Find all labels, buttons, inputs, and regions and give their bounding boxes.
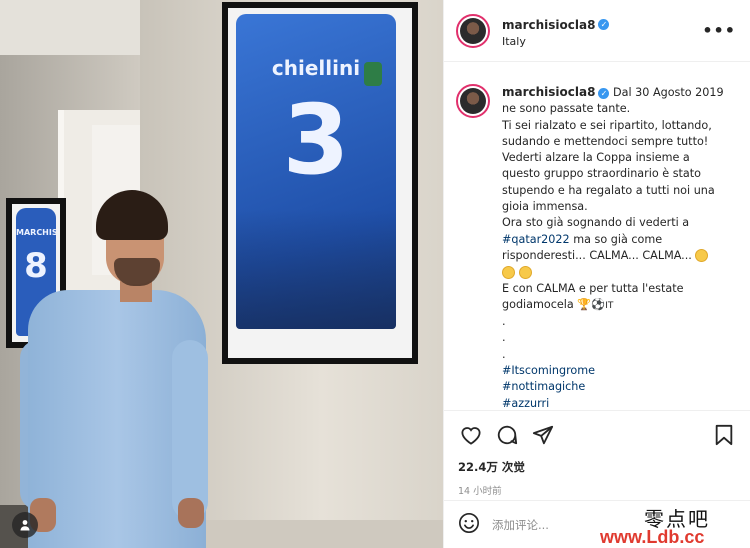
glass-reflection bbox=[236, 209, 396, 329]
caption-text: marchisiocla8 ✓ Dal 30 Agosto 2019 ne son… bbox=[502, 84, 736, 410]
actions-area: 22.4万 次觉 14 小时前 bbox=[444, 410, 750, 497]
heart-icon[interactable] bbox=[458, 422, 484, 448]
caption-area: marchisiocla8 ✓ Dal 30 Agosto 2019 ne son… bbox=[444, 62, 750, 410]
ceiling bbox=[0, 0, 140, 55]
location-link[interactable]: Italy bbox=[502, 35, 702, 48]
more-options-icon[interactable]: ••• bbox=[702, 21, 736, 40]
caption-line: gioia immensa. bbox=[502, 200, 588, 214]
caption-line: ne sono passate tante. bbox=[502, 102, 631, 116]
view-count[interactable]: 22.4万 次觉 bbox=[458, 459, 737, 475]
grinning-emoji-icon bbox=[695, 249, 709, 263]
caption-fragment: godiamocela bbox=[502, 297, 574, 311]
framed-jersey-big: chiellini 3 bbox=[222, 2, 418, 364]
person-hair bbox=[96, 190, 168, 240]
person bbox=[20, 190, 210, 548]
watermark-url: www.Ldb.cc bbox=[600, 527, 705, 547]
post-header: marchisiocla8 ✓ Italy ••• bbox=[444, 0, 750, 62]
action-icons bbox=[458, 421, 737, 449]
jersey-big: chiellini 3 bbox=[236, 14, 396, 329]
caption-username[interactable]: marchisiocla8 bbox=[502, 85, 595, 99]
caption-fragment: IT bbox=[605, 300, 614, 311]
hashtag-link[interactable]: #nottimagiche bbox=[502, 379, 736, 395]
tagged-user-icon[interactable] bbox=[12, 512, 38, 538]
emoji-icon[interactable] bbox=[458, 512, 480, 538]
trophy-emoji-icon: 🏆 bbox=[577, 297, 592, 311]
person-hand-right bbox=[178, 498, 204, 528]
caption-dot: . bbox=[502, 347, 506, 361]
post-photo: MARCHISIO 8 chiellini 3 bbox=[0, 0, 443, 548]
caption-dot: . bbox=[502, 315, 506, 329]
caption-fragment: risponderesti... CALMA... CALMA... bbox=[502, 248, 692, 262]
bookmark-icon[interactable] bbox=[711, 422, 737, 448]
hashtag-link[interactable]: #Itscomingrome bbox=[502, 363, 736, 379]
caption-line: E con CALMA e per tutta l'estate bbox=[502, 281, 684, 295]
caption-line: questo gruppo straordinario è stato bbox=[502, 167, 702, 181]
caption-avatar[interactable] bbox=[456, 84, 490, 118]
caption-line: stupendo e ha regalato a tutti noi una bbox=[502, 183, 715, 197]
verified-icon: ✓ bbox=[598, 87, 610, 99]
jersey-big-name: chiellini bbox=[271, 56, 361, 80]
caption-fragment: ma so già come bbox=[569, 232, 663, 246]
soccer-ball-emoji-icon: ⚽ bbox=[591, 297, 606, 311]
caption-line: Vederti alzare la Coppa insieme a bbox=[502, 151, 690, 165]
person-beard bbox=[114, 258, 160, 286]
avatar[interactable] bbox=[456, 13, 490, 48]
site-watermark: 零点吧 www.Ldb.cc bbox=[600, 500, 750, 548]
caption-line: sudando e mettendoci sempre tutto! bbox=[502, 134, 709, 148]
post-timestamp[interactable]: 14 小时前 bbox=[458, 483, 737, 497]
caption-line: Ora sto già sognando di vederti a bbox=[502, 216, 690, 230]
header-username[interactable]: marchisiocla8 bbox=[502, 18, 595, 32]
caption-line: Dal 30 Agosto 2019 bbox=[613, 86, 724, 99]
grinning-emoji-icon bbox=[502, 265, 515, 279]
caption-line: Ti sei rialzato e sei ripartito, lottand… bbox=[502, 118, 712, 132]
share-icon[interactable] bbox=[530, 422, 556, 448]
grinning-emoji-icon bbox=[518, 265, 532, 279]
hashtag-link[interactable]: #qatar2022 bbox=[502, 233, 570, 246]
person-arm-right bbox=[172, 340, 208, 520]
comment-icon[interactable] bbox=[494, 422, 520, 448]
caption-dot: . bbox=[502, 331, 506, 345]
verified-icon: ✓ bbox=[598, 18, 610, 30]
hashtag-link[interactable]: #azzurri bbox=[502, 396, 736, 410]
post-panel: marchisiocla8 ✓ Italy ••• marchisiocla8 ✓ … bbox=[443, 0, 750, 548]
jersey-big-number: 3 bbox=[282, 84, 350, 196]
